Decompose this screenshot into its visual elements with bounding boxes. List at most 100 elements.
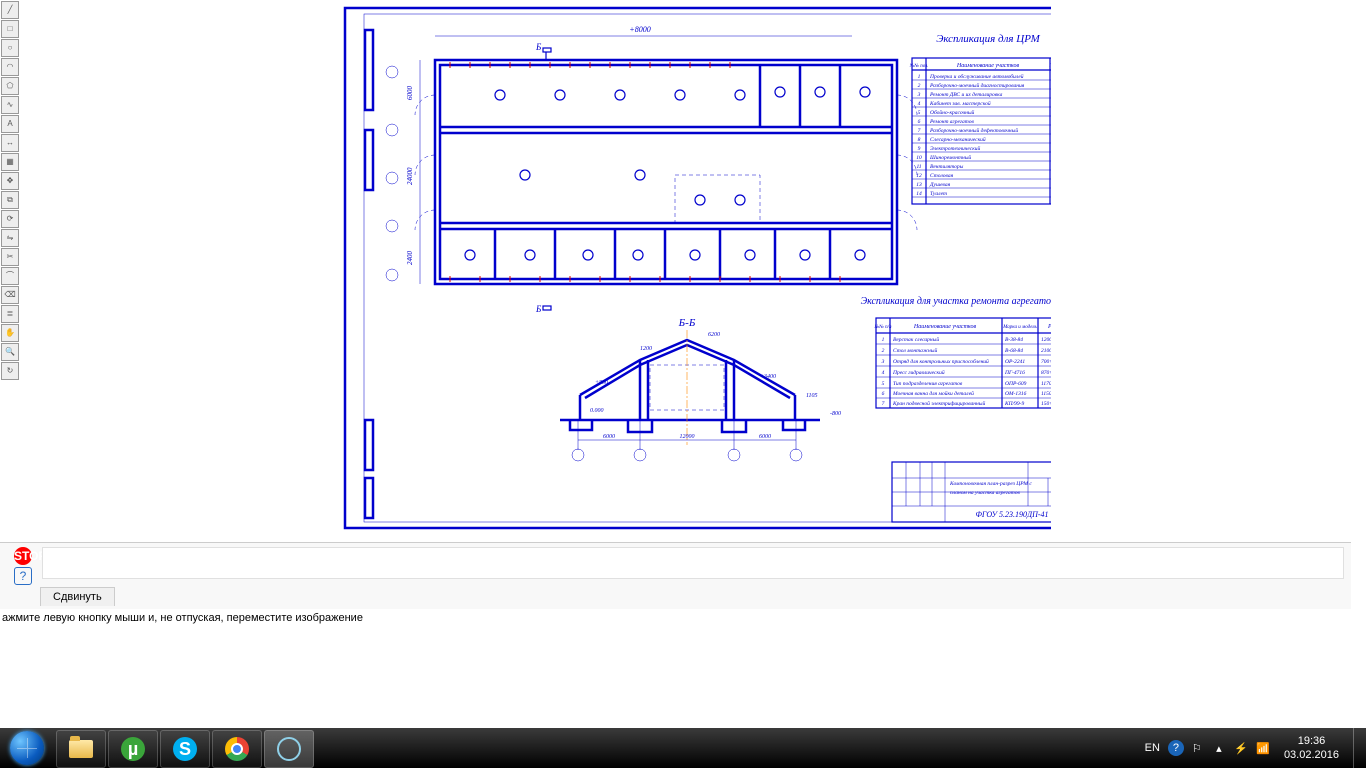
svg-text:12000: 12000 xyxy=(680,434,695,440)
svg-text:2100×900: 2100×900 xyxy=(1041,348,1051,354)
svg-text:6000: 6000 xyxy=(406,86,414,101)
svg-text:Площадь м²: Площадь м² xyxy=(1048,63,1051,69)
svg-text:Б: Б xyxy=(535,42,542,52)
floor-plan: +8000 Б xyxy=(386,25,917,314)
svg-text:Кран подвесной электрифицирова: Кран подвесной электрифицированный xyxy=(892,400,985,407)
tool-move-icon[interactable]: ✥ xyxy=(1,172,19,190)
svg-text:11: 11 xyxy=(916,164,921,170)
clock-date: 03.02.2016 xyxy=(1284,748,1339,762)
svg-text:ОМ-1316: ОМ-1316 xyxy=(1005,391,1027,397)
title-block: Компоновочная план-разрез ЦРМ с планом н… xyxy=(892,462,1051,522)
table-explication-agregat: №№ п/п Наименование участков Марка и мод… xyxy=(873,318,1051,408)
tool-poly-icon[interactable]: ⬠ xyxy=(1,77,19,95)
svg-text:5: 5 xyxy=(918,110,921,116)
tool-trim-icon[interactable]: ✂ xyxy=(1,248,19,266)
taskbar-cad-app[interactable] xyxy=(264,730,314,768)
svg-text:Душевая: Душевая xyxy=(929,182,951,188)
svg-text:Экспликация для ЦРМ: Экспликация для ЦРМ xyxy=(936,33,1040,45)
tool-circle-icon[interactable]: ○ xyxy=(1,39,19,57)
svg-text:Б-Б: Б-Б xyxy=(678,317,696,329)
tool-text-icon[interactable]: A xyxy=(1,115,19,133)
svg-text:Верстак слесарный: Верстак слесарный xyxy=(893,336,939,343)
svg-text:Тип подразделения агрегатов: Тип подразделения агрегатов xyxy=(893,380,963,387)
drawing-canvas[interactable]: Экспликация для ЦРМ №№ поз. Наименование… xyxy=(40,0,1051,540)
command-area: STOP ? Сдвинуть xyxy=(0,542,1351,609)
taskbar: µ S EN ? ⚐ ▴ ⚡ 📶 19:36 03.02.2016 xyxy=(0,728,1366,768)
svg-text:1200×1700: 1200×1700 xyxy=(1041,337,1051,343)
network-icon[interactable]: 📶 xyxy=(1254,742,1272,755)
svg-text:ОПР-609: ОПР-609 xyxy=(1005,381,1027,387)
utorrent-icon: µ xyxy=(121,737,145,761)
chevron-up-icon[interactable]: ▴ xyxy=(1210,742,1228,755)
tool-redo-icon[interactable]: ↻ xyxy=(1,362,19,380)
power-icon[interactable]: ⚡ xyxy=(1232,742,1250,755)
svg-text:Ремонт ДВС и их деталировка: Ремонт ДВС и их деталировка xyxy=(929,91,1003,98)
chrome-icon xyxy=(225,737,249,761)
tool-pan-icon[interactable]: ✋ xyxy=(1,324,19,342)
svg-text:Компоновочная план-разрез ЦРМ: Компоновочная план-разрез ЦРМ с xyxy=(949,481,1032,487)
cad-workspace: ╱ □ ○ ◠ ⬠ ∿ A ↔ ▦ ✥ ⧉ ⟳ ⇋ ✂ ⌒ ⌫ ≣ ✋ 🔍 ↻ … xyxy=(0,0,1351,608)
tool-arc-icon[interactable]: ◠ xyxy=(1,58,19,76)
svg-text:Наименование участков: Наименование участков xyxy=(956,63,1020,69)
clock-time: 19:36 xyxy=(1284,734,1339,748)
tool-rot-icon[interactable]: ⟳ xyxy=(1,210,19,228)
svg-text:планом на участка агрегатов: планом на участка агрегатов xyxy=(950,490,1020,496)
svg-text:Разборочно-моечный диагностиро: Разборочно-моечный диагностирования xyxy=(929,82,1025,89)
svg-text:6: 6 xyxy=(882,391,885,397)
svg-text:7: 7 xyxy=(918,128,921,134)
svg-text:Пресс гидравлический: Пресс гидравлический xyxy=(892,369,945,376)
tool-line-icon[interactable]: ╱ xyxy=(1,1,19,19)
windows-orb-icon xyxy=(10,731,44,765)
language-indicator[interactable]: EN xyxy=(1145,742,1160,754)
svg-text:Б: Б xyxy=(535,304,542,314)
svg-text:Туалет: Туалет xyxy=(930,191,947,197)
svg-text:Ремонт агрегатов: Ремонт агрегатов xyxy=(929,119,975,125)
help-tray-icon[interactable]: ? xyxy=(1168,740,1184,756)
svg-text:Вентиляторы: Вентиляторы xyxy=(930,164,964,170)
tool-copy-icon[interactable]: ⧉ xyxy=(1,191,19,209)
tool-mirror-icon[interactable]: ⇋ xyxy=(1,229,19,247)
show-desktop-button[interactable] xyxy=(1353,728,1366,768)
table-explication-crm: №№ поз. Наименование участков Площадь м²… xyxy=(909,58,1051,204)
tool-layer-icon[interactable]: ≣ xyxy=(1,305,19,323)
help-icon[interactable]: ? xyxy=(14,567,32,585)
command-input[interactable] xyxy=(42,547,1344,579)
tool-dim-icon[interactable]: ↔ xyxy=(1,134,19,152)
taskbar-explorer[interactable] xyxy=(56,730,106,768)
folder-icon xyxy=(69,740,93,758)
tool-rect-icon[interactable]: □ xyxy=(1,20,19,38)
svg-text:1150×620: 1150×620 xyxy=(1041,391,1051,397)
svg-text:Обойно-красочный: Обойно-красочный xyxy=(930,109,975,116)
svg-text:Размер: Размер xyxy=(1047,324,1051,330)
svg-text:+8000: +8000 xyxy=(629,25,650,34)
svg-text:ПГ-4716: ПГ-4716 xyxy=(1004,369,1025,376)
tool-zoom-icon[interactable]: 🔍 xyxy=(1,343,19,361)
svg-text:1: 1 xyxy=(882,337,885,343)
tab-sdvinut[interactable]: Сдвинуть xyxy=(40,587,115,606)
svg-text:2: 2 xyxy=(918,83,921,89)
taskbar-chrome[interactable] xyxy=(212,730,262,768)
svg-text:№№ п/п: №№ п/п xyxy=(873,324,892,330)
tool-erase-icon[interactable]: ⌫ xyxy=(1,286,19,304)
svg-text:Проверка и обслуживание автомо: Проверка и обслуживание автомобилей xyxy=(929,73,1024,80)
section-bb: Б-Б 6200 1200 +850 +3400 1105 0.000 -800 xyxy=(560,317,841,461)
stop-icon[interactable]: STOP xyxy=(14,547,32,565)
tool-spline-icon[interactable]: ∿ xyxy=(1,96,19,114)
taskbar-utorrent[interactable]: µ xyxy=(108,730,158,768)
tool-hatch-icon[interactable]: ▦ xyxy=(1,153,19,171)
taskbar-clock[interactable]: 19:36 03.02.2016 xyxy=(1274,734,1349,762)
taskbar-skype[interactable]: S xyxy=(160,730,210,768)
blank-gap xyxy=(0,630,1366,675)
svg-text:-800: -800 xyxy=(830,411,841,417)
svg-text:24000: 24000 xyxy=(406,167,414,185)
flag-icon[interactable]: ⚐ xyxy=(1188,742,1206,755)
svg-text:1: 1 xyxy=(918,74,921,80)
system-tray: EN ? ⚐ ▴ ⚡ 📶 19:36 03.02.2016 xyxy=(1145,728,1366,768)
svg-text:6: 6 xyxy=(918,119,921,125)
status-bar: ажмите левую кнопку мыши и, не отпуская,… xyxy=(0,612,1366,630)
svg-text:Слесарно-механический: Слесарно-механический xyxy=(930,136,986,143)
start-button[interactable] xyxy=(0,728,54,768)
svg-text:Марка и модель: Марка и модель xyxy=(1002,325,1037,330)
tool-fillet-icon[interactable]: ⌒ xyxy=(1,267,19,285)
skype-icon: S xyxy=(173,737,197,761)
